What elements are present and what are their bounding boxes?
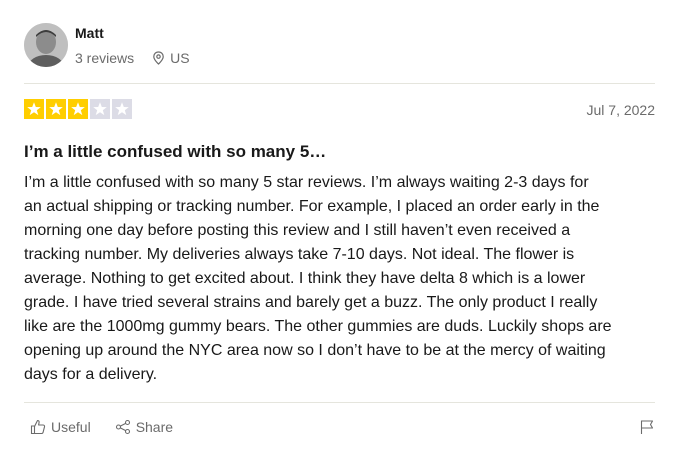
review-body: I’m a little confused with so many 5 sta…: [24, 174, 612, 383]
review-date: Jul 7, 2022: [586, 102, 656, 118]
reviewer-location: US: [152, 50, 190, 66]
review-title[interactable]: I’m a little confused with so many 5…: [24, 141, 326, 163]
star-icon: [27, 102, 41, 116]
star-filled: [68, 99, 88, 119]
location-pin-icon: [153, 51, 164, 65]
divider: [24, 83, 655, 84]
review-card: Matt 3 reviews US Jul 7, 2022 I’m a litt…: [0, 0, 679, 461]
review-count: 3 reviews: [75, 50, 135, 66]
star-empty: [90, 99, 110, 119]
report-button[interactable]: [639, 419, 655, 440]
star-filled: [24, 99, 44, 119]
avatar[interactable]: [24, 23, 68, 67]
review-actions: Useful Share: [30, 419, 173, 435]
share-icon: [115, 419, 130, 435]
flag-icon: [640, 420, 654, 434]
star-icon: [115, 102, 129, 116]
star-empty: [112, 99, 132, 119]
star-icon: [71, 102, 85, 116]
thumbs-up-icon: [30, 419, 46, 435]
reviewer-meta: 3 reviews US: [75, 49, 190, 67]
share-button[interactable]: Share: [115, 419, 173, 435]
star-filled: [46, 99, 66, 119]
star-icon: [49, 102, 63, 116]
useful-label: Useful: [51, 419, 91, 435]
avatar-photo: [24, 23, 68, 67]
divider: [24, 402, 655, 403]
share-label: Share: [135, 419, 174, 435]
useful-button[interactable]: Useful: [30, 419, 91, 435]
star-rating: [24, 99, 132, 119]
star-icon: [93, 102, 107, 116]
location-text: US: [170, 50, 190, 66]
reviewer-name[interactable]: Matt: [75, 25, 104, 41]
